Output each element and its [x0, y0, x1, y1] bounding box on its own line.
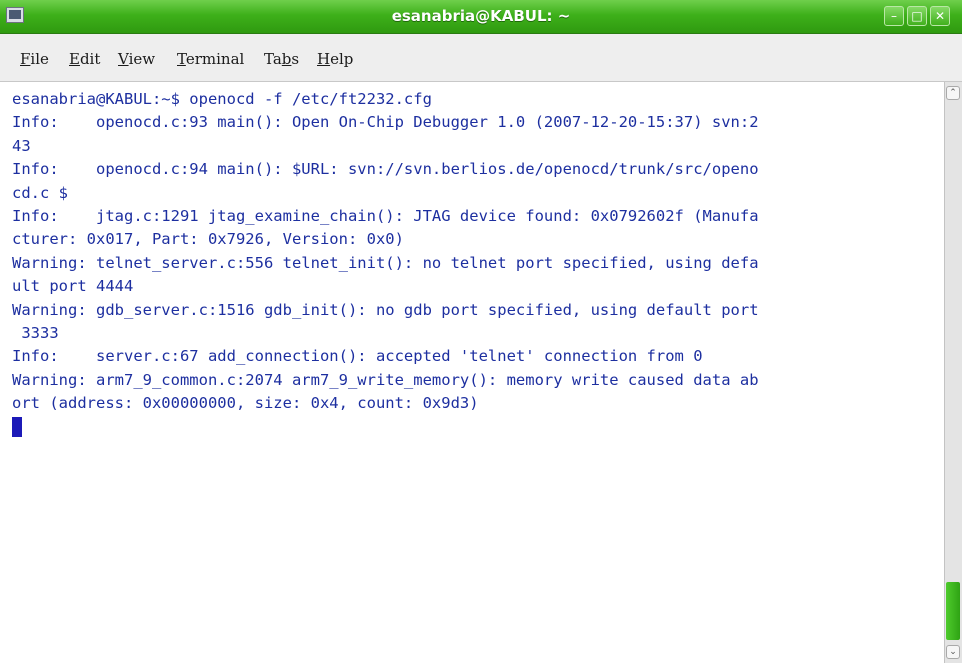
minimize-icon: – [891, 9, 897, 23]
maximize-button[interactable]: □ [907, 6, 927, 26]
terminal-line: Warning: arm7_9_common.c:2074 arm7_9_wri… [12, 370, 759, 389]
maximize-icon: □ [911, 9, 923, 23]
menu-view[interactable]: View [118, 50, 155, 68]
terminal-line: 43 [12, 136, 31, 155]
menu-terminal[interactable]: Terminal [177, 50, 244, 68]
terminal-line: Info: jtag.c:1291 jtag_examine_chain(): … [12, 206, 759, 225]
scrollbar-thumb[interactable] [946, 582, 960, 640]
terminal-line: 3333 [12, 323, 59, 342]
terminal-line: Info: openocd.c:94 main(): $URL: svn://s… [12, 160, 759, 179]
terminal-line: ort (address: 0x00000000, size: 0x4, cou… [12, 394, 479, 413]
terminal-prompt-line [12, 415, 759, 438]
menu-tabs[interactable]: Tabs [264, 50, 299, 68]
close-icon: ✕ [934, 9, 946, 23]
window-title-bar[interactable]: esanabria@KABUL: ~ – □ ✕ [0, 0, 962, 34]
chevron-up-icon: ⌃ [949, 88, 957, 98]
terminal-line: esanabria@KABUL:~$ openocd -f /etc/ft223… [12, 90, 432, 108]
scroll-up-button[interactable]: ⌃ [946, 86, 960, 100]
terminal-line: cd.c $ [12, 183, 68, 202]
terminal-line: Info: openocd.c:93 main(): Open On-Chip … [12, 113, 759, 132]
minimize-button[interactable]: – [884, 6, 904, 26]
menu-edit[interactable]: Edit [69, 50, 100, 68]
terminal-line: Warning: gdb_server.c:1516 gdb_init(): n… [12, 300, 759, 319]
terminal-line: Warning: telnet_server.c:556 telnet_init… [12, 253, 759, 272]
scroll-down-button[interactable]: ⌄ [946, 645, 960, 659]
terminal-line: Info: server.c:67 add_connection(): acce… [12, 347, 703, 366]
chevron-down-icon: ⌄ [949, 647, 957, 657]
terminal-output[interactable]: esanabria@KABUL:~$ openocd -f /etc/ft223… [0, 82, 944, 663]
terminal-text: esanabria@KABUL:~$ openocd -f /etc/ft223… [12, 88, 759, 439]
close-button[interactable]: ✕ [930, 6, 950, 26]
menu-help[interactable]: Help [317, 50, 353, 68]
window-title: esanabria@KABUL: ~ [391, 7, 571, 25]
terminal-line: ult port 4444 [12, 277, 134, 296]
vertical-scrollbar[interactable]: ⌃ ⌄ [944, 82, 962, 663]
text-cursor [12, 417, 22, 438]
menu-bar: File Edit View Terminal Tabs Help [0, 34, 962, 82]
terminal-line: cturer: 0x017, Part: 0x7926, Version: 0x… [12, 230, 404, 249]
menu-file[interactable]: File [20, 50, 49, 68]
